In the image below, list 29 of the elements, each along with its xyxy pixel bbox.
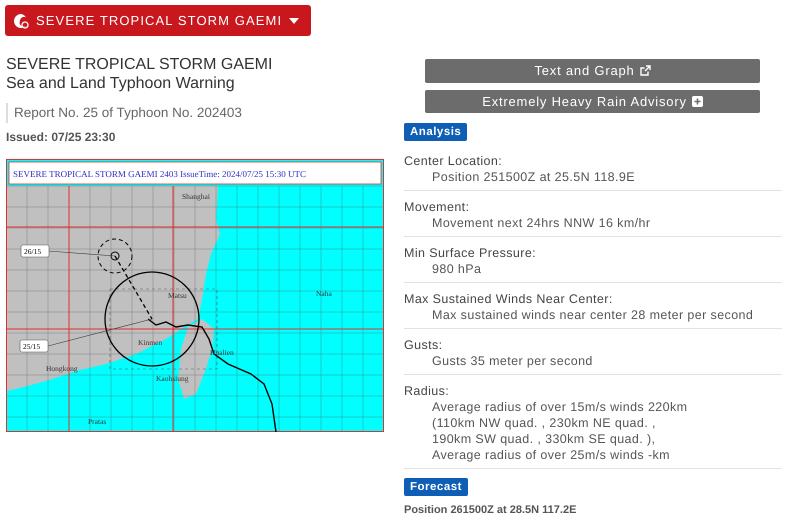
plus-icon [692,96,703,107]
forecast-position: Position 261500Z at 28.5N 117.2E [404,504,578,516]
section-heading: Max Sustained Winds Near Center: [404,291,614,307]
storm-icon [13,12,29,28]
section-heading: Movement: [404,199,470,215]
section-value: 190km SW quad. , 330km SE quad. ), [431,431,656,447]
external-link-icon [640,65,651,76]
section-value: 980 hPa [431,261,482,277]
section-value: Movement next 24hrs NNW 16 km/hr [431,215,652,231]
warning-subtitle: Sea and Land Typhoon Warning [6,75,235,93]
section-value: Max sustained winds near center 28 meter per second [431,307,754,323]
link-button[interactable]: Text and Graph [425,59,760,82]
forecast-label: Forecast [404,478,468,496]
section-heading: Min Surface Pressure: [404,245,538,261]
report-number: Report No. 25 of Typhoon No. 202403 [6,103,242,123]
analysis-label: Analysis [404,123,468,141]
storm-title: SEVERE TROPICAL STORM GAEMI [6,56,272,74]
storm-dropdown-button[interactable]: SEVERE TROPICAL STORM GAEMI [5,5,312,36]
section-heading: Radius: [404,383,450,399]
section-value: Average radius of over 25m/s winds -km [431,447,671,463]
issued-time: Issued: 07/25 23:30 [6,130,116,144]
link-button[interactable]: Extremely Heavy Rain Advisory [425,90,760,113]
section-value: (110km NW quad. , 230km NE quad. , [431,415,657,431]
section-heading: Gusts: [404,337,444,353]
section-heading: Center Location: [404,153,504,169]
section-value: Gusts 35 meter per second [431,353,594,369]
section-value: Position 251500Z at 25.5N 118.9E [431,169,636,185]
section-value: Average radius of over 15m/s winds 220km [431,399,688,415]
caret-icon [289,18,300,24]
